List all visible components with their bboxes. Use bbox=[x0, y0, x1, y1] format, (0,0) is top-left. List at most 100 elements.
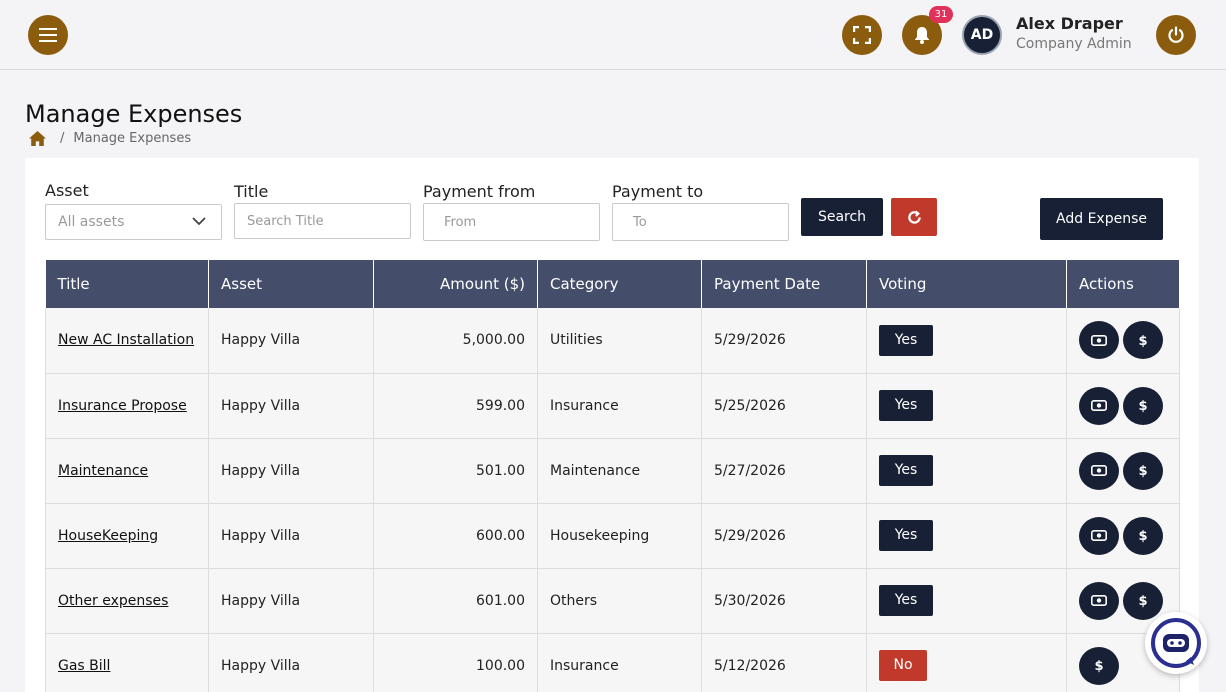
pay-button[interactable]: $ bbox=[1123, 386, 1163, 425]
voting-badge[interactable]: Yes bbox=[879, 585, 933, 616]
view-payment-button[interactable] bbox=[1079, 321, 1119, 360]
bell-icon bbox=[915, 27, 929, 44]
expense-title-link[interactable]: Insurance Propose bbox=[58, 398, 187, 414]
amount-cell: 600.00 bbox=[373, 503, 538, 569]
voting-badge[interactable]: Yes bbox=[879, 324, 933, 356]
asset-cell: Happy Villa bbox=[208, 308, 374, 374]
asset-cell: Happy Villa bbox=[208, 503, 374, 569]
home-icon[interactable] bbox=[29, 131, 46, 146]
svg-text:$: $ bbox=[1138, 529, 1147, 543]
expense-title-link[interactable]: Maintenance bbox=[58, 463, 148, 479]
svg-text:$: $ bbox=[1094, 659, 1103, 673]
pay-button[interactable]: $ bbox=[1123, 321, 1163, 360]
notification-count-badge: 31 bbox=[929, 6, 953, 23]
asset-select-value: All assets bbox=[58, 214, 125, 230]
payment-to-label: Payment to bbox=[612, 182, 704, 201]
table-row: Insurance Propose Happy Villa 599.00 Ins… bbox=[45, 373, 1180, 439]
expenses-card: Asset All assets Title Search Title Paym… bbox=[25, 158, 1199, 692]
payment-date-cell: 5/25/2026 bbox=[701, 373, 867, 439]
payment-from-label: Payment from bbox=[423, 182, 536, 201]
svg-text:$: $ bbox=[1138, 594, 1147, 608]
payment-to-placeholder: To bbox=[633, 214, 647, 230]
view-payment-button[interactable] bbox=[1079, 451, 1119, 490]
dollar-icon: $ bbox=[1138, 334, 1147, 348]
voting-badge[interactable]: Yes bbox=[879, 390, 933, 421]
payment-from-placeholder: From bbox=[444, 214, 477, 230]
column-header-amount[interactable]: Amount ($) bbox=[373, 260, 538, 308]
column-header-payment-date[interactable]: Payment Date bbox=[701, 260, 867, 308]
table-row: New AC Installation Happy Villa 5,000.00… bbox=[45, 308, 1180, 374]
fullscreen-icon bbox=[853, 26, 871, 44]
fullscreen-button[interactable] bbox=[842, 15, 882, 55]
column-header-title[interactable]: Title bbox=[45, 260, 209, 308]
add-expense-button[interactable]: Add Expense bbox=[1040, 198, 1163, 240]
svg-text:$: $ bbox=[1138, 399, 1147, 413]
pay-button[interactable]: $ bbox=[1123, 451, 1163, 490]
logout-button[interactable] bbox=[1156, 15, 1196, 55]
view-payment-button[interactable] bbox=[1079, 581, 1119, 620]
breadcrumb-separator: / bbox=[60, 131, 65, 146]
pay-button[interactable]: $ bbox=[1123, 516, 1163, 555]
payment-from-input[interactable]: From bbox=[423, 203, 600, 241]
money-icon bbox=[1091, 465, 1107, 476]
money-icon bbox=[1091, 530, 1107, 541]
payment-date-cell: 5/29/2026 bbox=[701, 308, 867, 374]
chevron-down-icon bbox=[192, 217, 206, 226]
menu-icon bbox=[39, 28, 57, 42]
table-row: HouseKeeping Happy Villa 600.00 Housekee… bbox=[45, 503, 1180, 569]
asset-cell: Happy Villa bbox=[208, 373, 374, 439]
view-payment-button[interactable] bbox=[1079, 386, 1119, 425]
category-cell: Insurance bbox=[537, 373, 702, 439]
asset-select[interactable]: All assets bbox=[45, 204, 222, 240]
expense-title-link[interactable]: Gas Bill bbox=[58, 658, 110, 674]
user-name: Alex Draper bbox=[1016, 14, 1123, 33]
user-role: Company Admin bbox=[1016, 36, 1132, 52]
pay-button[interactable]: $ bbox=[1079, 646, 1119, 685]
table-header-row: Title Asset Amount ($) Category Payment … bbox=[45, 260, 1180, 308]
money-icon bbox=[1091, 400, 1107, 411]
payment-date-cell: 5/30/2026 bbox=[701, 568, 867, 634]
page-title: Manage Expenses bbox=[25, 100, 243, 128]
search-button[interactable]: Search bbox=[801, 198, 883, 236]
dollar-icon: $ bbox=[1138, 529, 1147, 543]
dollar-icon: $ bbox=[1138, 399, 1147, 413]
expense-title-link[interactable]: Other expenses bbox=[58, 593, 168, 609]
amount-cell: 501.00 bbox=[373, 438, 538, 504]
voting-badge[interactable]: No bbox=[879, 650, 927, 681]
category-cell: Others bbox=[537, 568, 702, 634]
asset-cell: Happy Villa bbox=[208, 568, 374, 634]
amount-cell: 601.00 bbox=[373, 568, 538, 634]
dollar-icon: $ bbox=[1138, 594, 1147, 608]
reset-filters-button[interactable] bbox=[891, 198, 937, 236]
title-search-input[interactable]: Search Title bbox=[234, 203, 411, 239]
payment-date-cell: 5/27/2026 bbox=[701, 438, 867, 504]
table-row: Gas Bill Happy Villa 100.00 Insurance 5/… bbox=[45, 633, 1180, 692]
expense-title-link[interactable]: New AC Installation bbox=[58, 332, 194, 348]
refresh-icon bbox=[907, 210, 921, 224]
voting-badge[interactable]: Yes bbox=[879, 520, 933, 551]
pay-button[interactable]: $ bbox=[1123, 581, 1163, 620]
column-header-voting[interactable]: Voting bbox=[866, 260, 1067, 308]
svg-text:$: $ bbox=[1138, 334, 1147, 348]
column-header-category[interactable]: Category bbox=[537, 260, 702, 308]
power-icon bbox=[1168, 26, 1184, 43]
view-payment-button[interactable] bbox=[1079, 516, 1119, 555]
amount-cell: 5,000.00 bbox=[373, 308, 538, 374]
money-icon bbox=[1091, 334, 1107, 346]
menu-button[interactable] bbox=[28, 15, 68, 55]
title-search-placeholder: Search Title bbox=[247, 213, 324, 229]
chatbot-button[interactable] bbox=[1145, 612, 1207, 674]
avatar[interactable]: AD bbox=[962, 15, 1002, 55]
column-header-asset[interactable]: Asset bbox=[208, 260, 374, 308]
title-filter-label: Title bbox=[234, 182, 269, 201]
payment-date-cell: 5/12/2026 bbox=[701, 633, 867, 692]
voting-badge[interactable]: Yes bbox=[879, 455, 933, 486]
asset-cell: Happy Villa bbox=[208, 438, 374, 504]
amount-cell: 599.00 bbox=[373, 373, 538, 439]
payment-to-input[interactable]: To bbox=[612, 203, 789, 241]
expense-title-link[interactable]: HouseKeeping bbox=[58, 528, 158, 544]
category-cell: Housekeeping bbox=[537, 503, 702, 569]
category-cell: Insurance bbox=[537, 633, 702, 692]
asset-cell: Happy Villa bbox=[208, 633, 374, 692]
breadcrumb-current: Manage Expenses bbox=[73, 131, 192, 146]
